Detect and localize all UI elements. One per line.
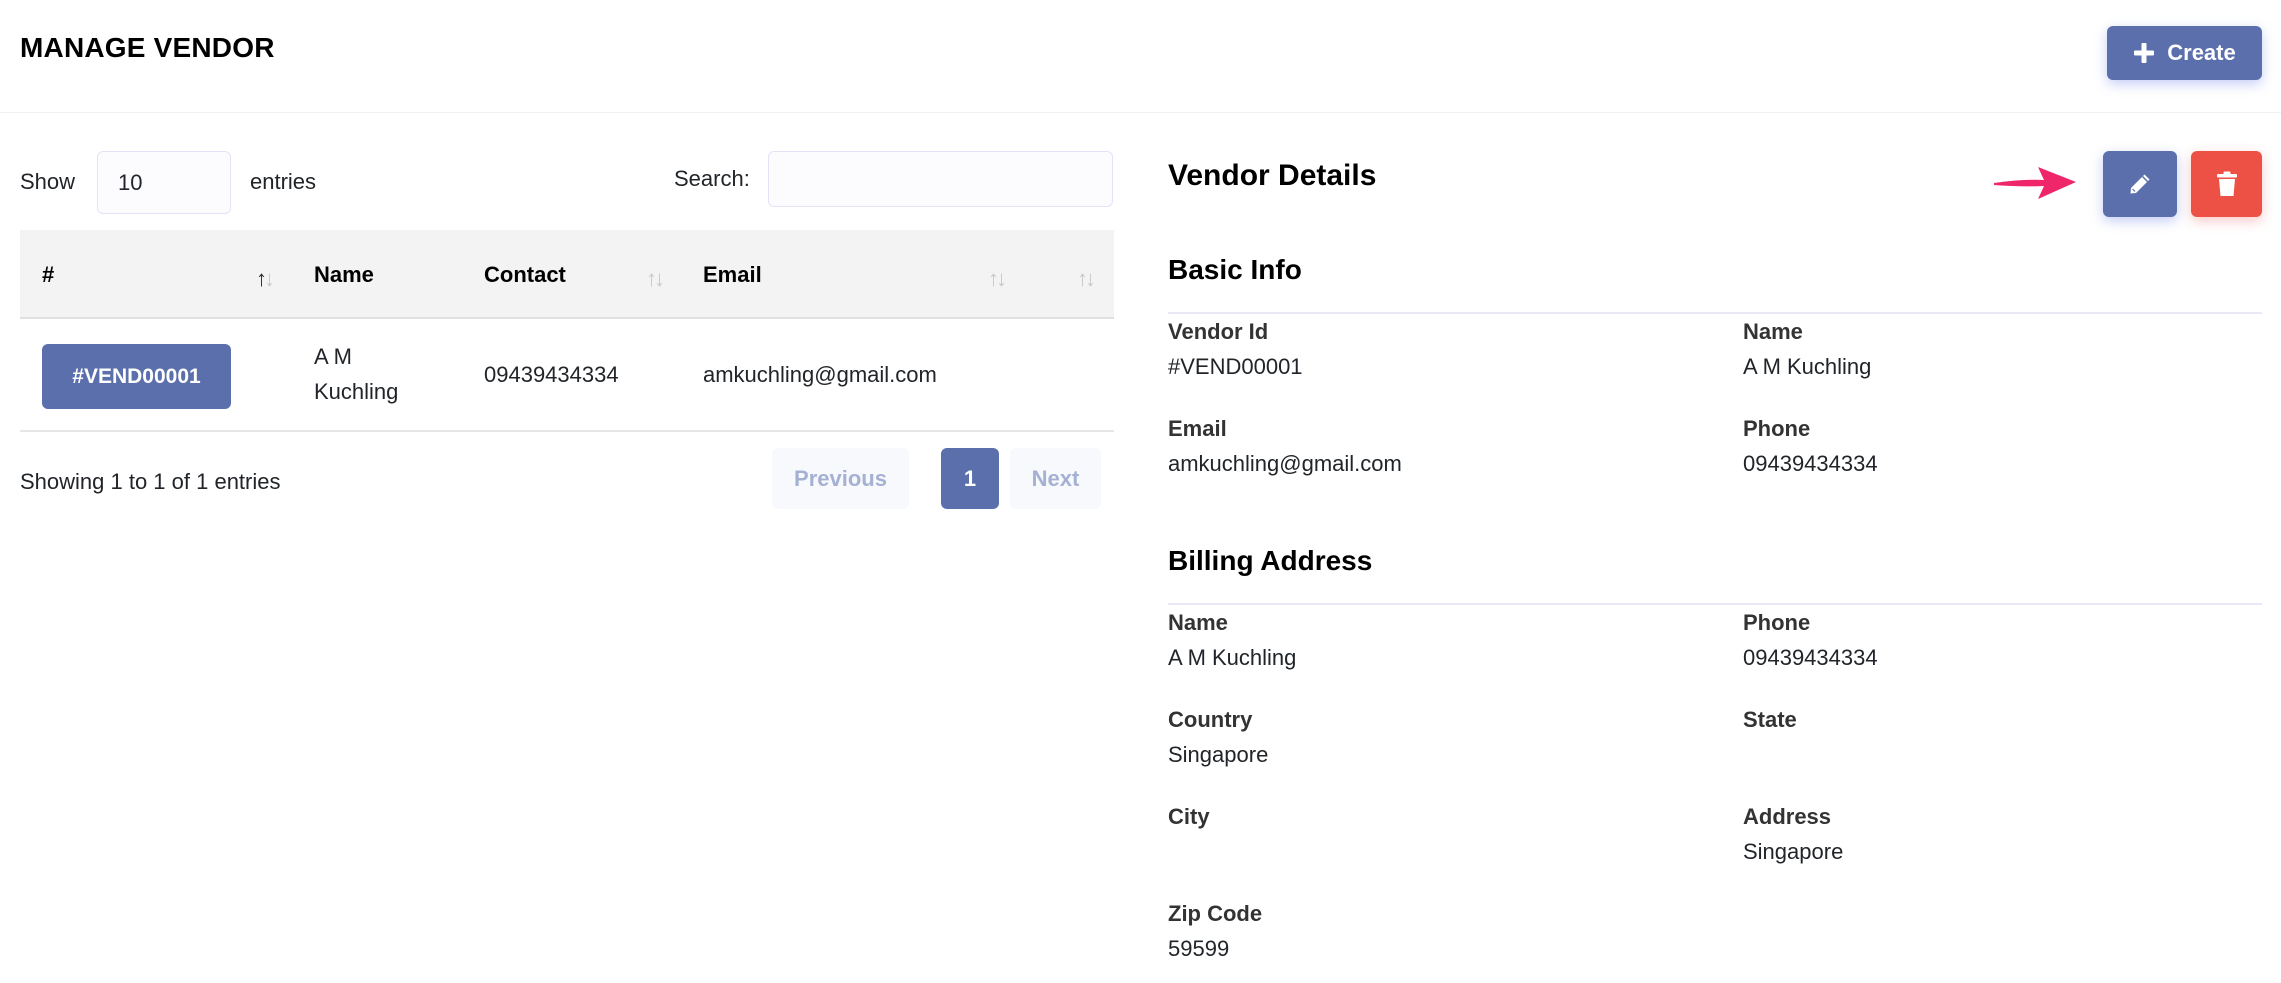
create-button[interactable]: Create: [2107, 26, 2262, 80]
previous-page-button[interactable]: Previous: [772, 448, 909, 509]
billing-phone-value: 09439434334: [1743, 645, 1878, 670]
column-header-name[interactable]: Name: [314, 262, 374, 288]
section-divider: [1168, 312, 2262, 314]
table-info: Showing 1 to 1 of 1 entries: [20, 469, 281, 494]
billing-address-value: Singapore: [1743, 839, 1844, 864]
page-1-button[interactable]: 1: [941, 448, 999, 509]
field-label: Name: [1743, 319, 1803, 344]
details-title: Vendor Details: [1168, 159, 1377, 192]
vendor-phone-value: 09439434334: [1743, 451, 1878, 476]
column-header-id[interactable]: #: [42, 262, 54, 288]
billing-country-value: Singapore: [1168, 742, 1269, 767]
plus-icon: [2134, 43, 2155, 63]
billing-address-title: Billing Address: [1168, 545, 1373, 576]
page-header: MANAGE VENDOR Create: [0, 0, 2281, 113]
vendor-name-line1: A M: [314, 344, 352, 369]
basic-info-title: Basic Info: [1168, 254, 1302, 285]
search-input[interactable]: [768, 151, 1113, 207]
sort-arrows-icon[interactable]: ↑↓: [646, 266, 665, 292]
field-label: Email: [1168, 416, 1227, 441]
sort-arrows-icon[interactable]: ↑↓: [1077, 266, 1096, 292]
field-label: Phone: [1743, 416, 1811, 441]
arrow-right-icon: [1994, 167, 2076, 199]
table-header: # ↑↓ Name Contact ↑↓ Email ↑↓ ↑↓: [20, 230, 1114, 319]
billing-name-value: A M Kuchling: [1168, 645, 1297, 670]
vendor-email-cell: amkuchling@gmail.com: [703, 362, 937, 387]
entries-label: entries: [250, 169, 317, 194]
show-label: Show: [20, 169, 76, 194]
section-divider: [1168, 603, 2262, 605]
field-label: State: [1743, 707, 1797, 732]
sort-arrows-icon[interactable]: ↑↓: [988, 266, 1007, 292]
table-row[interactable]: #VEND00001 A M Kuchling 09439434334 amku…: [20, 319, 1114, 432]
column-header-email[interactable]: Email: [703, 262, 762, 288]
field-label: Vendor Id: [1168, 319, 1269, 344]
field-label: Phone: [1743, 610, 1811, 635]
field-label: Name: [1168, 610, 1228, 635]
trash-icon: [2216, 171, 2237, 196]
field-label: Zip Code: [1168, 901, 1263, 926]
vendor-email-value: amkuchling@gmail.com: [1168, 451, 1402, 476]
edit-button[interactable]: [2103, 151, 2177, 217]
field-label: City: [1168, 804, 1210, 829]
create-button-label: Create: [2167, 40, 2236, 65]
page-length-select[interactable]: 10: [97, 151, 231, 214]
page-title: MANAGE VENDOR: [20, 32, 275, 63]
vendor-id-button[interactable]: #VEND00001: [42, 344, 231, 409]
sort-arrows-icon[interactable]: ↑↓: [256, 266, 275, 292]
vendor-name-value: A M Kuchling: [1743, 354, 1872, 379]
search-label: Search:: [674, 166, 750, 191]
billing-zip-value: 59599: [1168, 936, 1230, 961]
vendor-name-line2: Kuchling: [314, 379, 399, 404]
delete-button[interactable]: [2191, 151, 2262, 217]
column-header-contact[interactable]: Contact: [484, 262, 566, 288]
field-label: Address: [1743, 804, 1832, 829]
vendor-name-cell: A M Kuchling: [314, 339, 398, 409]
vendor-id-value: #VEND00001: [1168, 354, 1303, 379]
pencil-icon: [2130, 174, 2150, 194]
vendor-contact-cell: 09439434334: [484, 362, 619, 387]
next-page-button[interactable]: Next: [1010, 448, 1101, 509]
field-label: Country: [1168, 707, 1253, 732]
